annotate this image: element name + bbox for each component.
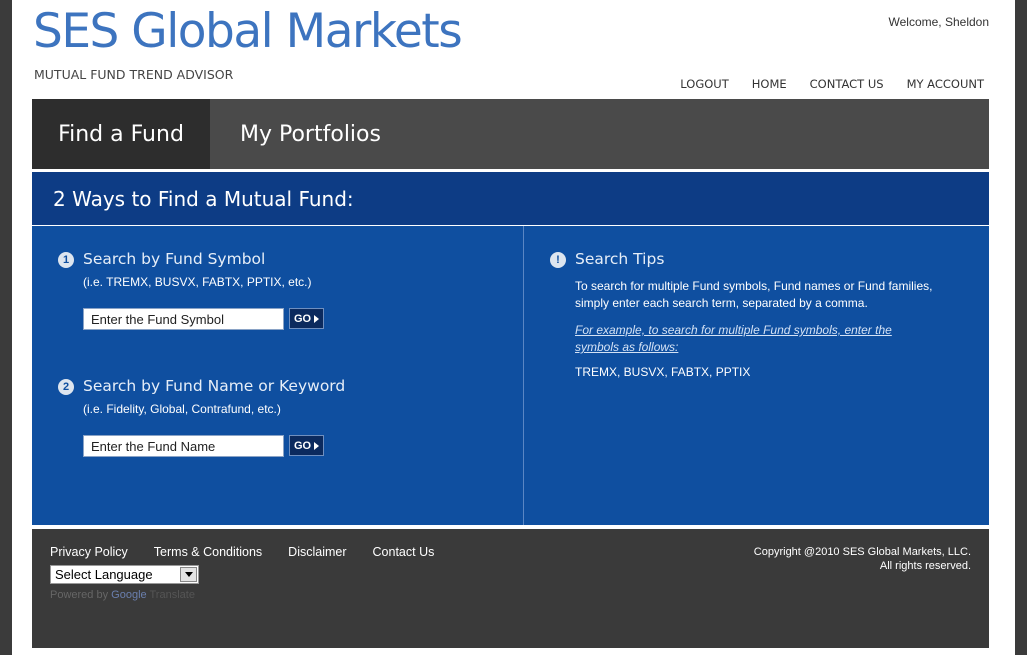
page: SES Global Markets MUTUAL FUND TREND ADV… [12,0,1015,655]
google-logo: Google [111,589,147,601]
symbol-search-example: (i.e. TREMX, BUSVX, FABTX, PPTIX, etc.) [83,275,312,289]
play-arrow-icon [314,441,320,450]
top-nav: LOGOUT HOME CONTACT US MY ACCOUNT [680,77,984,91]
copyright-line-2: All rights reserved. [879,560,971,572]
footer-terms-conditions[interactable]: Terms & Conditions [154,545,262,559]
symbol-search-title: Search by Fund Symbol [83,250,266,268]
name-search-title: Search by Fund Name or Keyword [83,377,346,395]
search-tips-body: To search for multiple Fund symbols, Fun… [575,279,933,310]
translate-label: Translate [149,589,195,601]
tab-find-a-fund[interactable]: Find a Fund [32,99,210,169]
brand-tagline: MUTUAL FUND TREND ADVISOR [34,67,234,82]
copyright-line-1: Copyright @2010 SES Global Markets, LLC. [753,546,971,558]
search-panel: 1 Search by Fund Symbol (i.e. TREMX, BUS… [32,226,989,525]
nav-my-account[interactable]: MY ACCOUNT [907,77,984,91]
panel-header: 2 Ways to Find a Mutual Fund: [32,172,989,225]
symbol-go-button[interactable]: GO [289,308,324,329]
panel-heading: 2 Ways to Find a Mutual Fund: [53,186,354,211]
powered-by-label: Powered by [50,589,109,601]
footer-disclaimer[interactable]: Disclaimer [288,545,346,559]
name-go-button[interactable]: GO [289,435,324,456]
chevron-down-icon[interactable] [180,567,197,582]
powered-by-google-translate[interactable]: Powered by Google Translate [50,589,195,601]
info-alert-icon: ! [550,252,566,268]
play-arrow-icon [314,314,320,323]
fund-symbol-input[interactable] [83,308,284,330]
welcome-message: Welcome, Sheldon [888,15,990,29]
search-tips-example: TREMX, BUSVX, FABTX, PPTIX [575,365,751,379]
footer: Privacy Policy Terms & Conditions Discla… [32,529,989,648]
footer-privacy-policy[interactable]: Privacy Policy [50,545,128,559]
language-select[interactable]: Select Language [50,565,199,584]
copyright: Copyright @2010 SES Global Markets, LLC.… [754,545,971,573]
brand-logo[interactable]: SES Global Markets [33,6,463,58]
name-go-label: GO [293,439,312,452]
language-select-value: Select Language [55,567,153,582]
nav-contact-us[interactable]: CONTACT US [810,77,884,91]
footer-links: Privacy Policy Terms & Conditions Discla… [50,545,434,559]
search-tips-title: Search Tips [575,250,665,268]
nav-logout[interactable]: LOGOUT [680,77,728,91]
main-tabs: Find a Fund My Portfolios [32,99,989,169]
tab-my-portfolios[interactable]: My Portfolios [210,99,381,169]
column-divider [523,226,524,525]
nav-home[interactable]: HOME [752,77,787,91]
symbol-go-label: GO [293,312,312,325]
step-2-icon: 2 [58,379,74,395]
step-1-icon: 1 [58,252,74,268]
footer-contact-us[interactable]: Contact Us [373,545,435,559]
name-search-example: (i.e. Fidelity, Global, Contrafund, etc.… [83,402,281,416]
search-tips-example-link[interactable]: For example, to search for multiple Fund… [575,322,935,356]
fund-name-input[interactable] [83,435,284,457]
